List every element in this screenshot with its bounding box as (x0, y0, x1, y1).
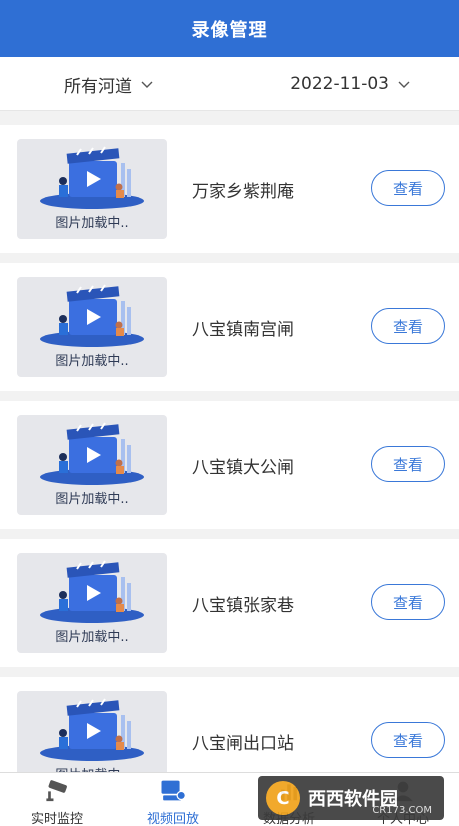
watermark-url: CR173.COM (372, 805, 432, 816)
date-filter-label: 2022-11-03 (290, 74, 389, 94)
list-item[interactable]: 图片加载中.. 八宝镇大公闸 查看 (0, 401, 459, 529)
view-button[interactable]: 查看 (371, 584, 445, 620)
video-placeholder-icon (40, 560, 144, 623)
list-item[interactable]: 图片加载中.. 八宝镇张家巷 查看 (0, 539, 459, 667)
station-name: 八宝镇南宫闸 (192, 319, 294, 340)
camera-icon (46, 780, 67, 802)
view-button[interactable]: 查看 (371, 308, 445, 344)
tab-label: 实时监控 (30, 812, 83, 826)
station-name: 八宝镇大公闸 (192, 457, 294, 478)
filter-bar: 所有河道 2022-11-03 (0, 57, 459, 111)
chevron-down-icon (141, 81, 153, 88)
page-title: 录像管理 (191, 19, 268, 41)
loading-text: 图片加载中.. (55, 354, 129, 369)
thumbnail-placeholder: 图片加载中.. (17, 277, 167, 377)
view-button[interactable]: 查看 (371, 446, 445, 482)
thumbnail-placeholder: 图片加载中.. (17, 415, 167, 515)
chevron-down-icon (398, 81, 410, 88)
loading-text: 图片加载中.. (55, 630, 129, 645)
tab-video-playback[interactable]: 视频回放 (118, 773, 228, 826)
video-placeholder-icon (40, 284, 144, 347)
watermark-logo-icon: C (266, 781, 300, 815)
video-playback-icon (161, 780, 186, 801)
thumbnail-placeholder: 图片加载中.. (17, 553, 167, 653)
view-button[interactable]: 查看 (371, 170, 445, 206)
loading-text: 图片加载中.. (55, 216, 129, 231)
date-filter-dropdown[interactable]: 2022-11-03 (290, 57, 411, 111)
video-placeholder-icon (40, 698, 144, 761)
list-item[interactable]: 图片加载中.. 万家乡紫荆庵 查看 (0, 125, 459, 253)
app-header: 录像管理 (0, 0, 459, 57)
view-button[interactable]: 查看 (371, 722, 445, 758)
tab-label: 视频回放 (146, 812, 199, 826)
video-placeholder-icon (40, 422, 144, 485)
tab-live-monitor[interactable]: 实时监控 (2, 773, 112, 826)
watermark-overlay: C 西西软件园 CR173.COM (258, 776, 444, 820)
video-placeholder-icon (40, 146, 144, 209)
river-filter-dropdown[interactable]: 所有河道 (64, 57, 154, 111)
list-item[interactable]: 图片加载中.. 八宝镇南宫闸 查看 (0, 263, 459, 391)
station-name: 八宝镇张家巷 (192, 595, 294, 616)
loading-text: 图片加载中.. (55, 492, 129, 507)
station-name: 万家乡紫荆庵 (192, 181, 294, 202)
thumbnail-placeholder: 图片加载中.. (17, 139, 167, 239)
river-filter-label: 所有河道 (64, 76, 132, 97)
